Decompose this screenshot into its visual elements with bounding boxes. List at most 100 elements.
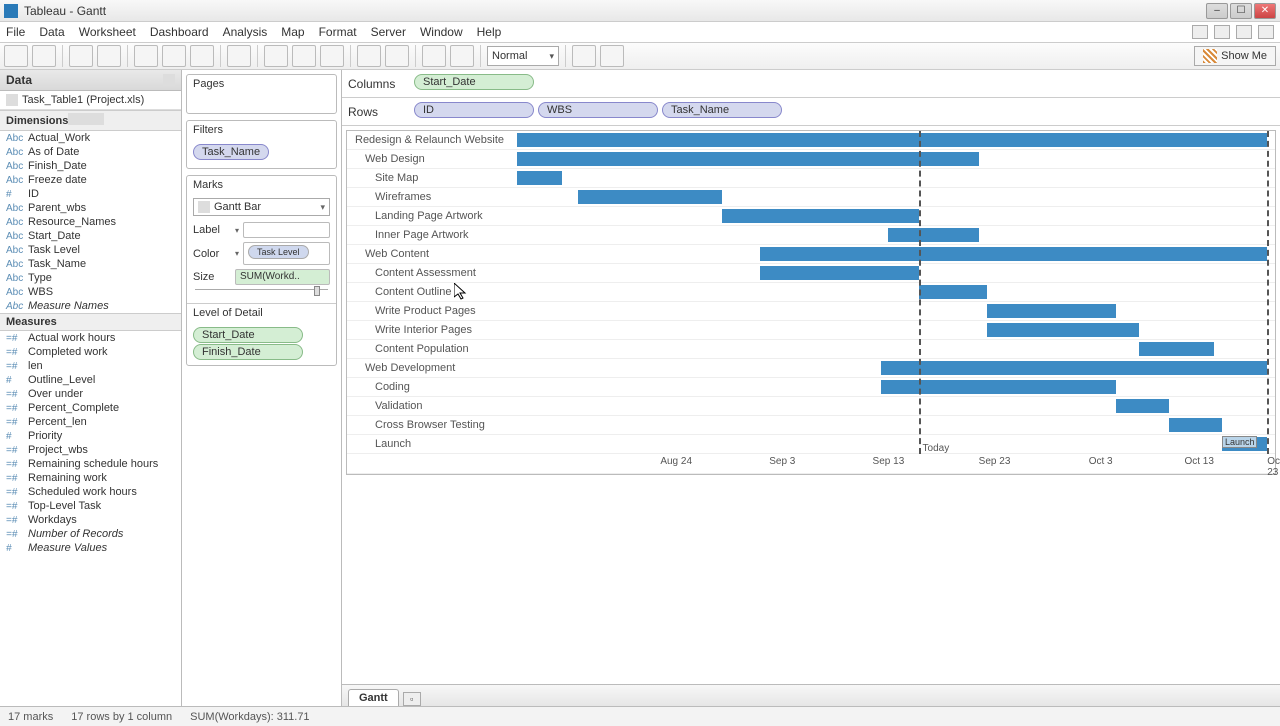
gantt-bar[interactable] [987, 304, 1116, 318]
group-button[interactable] [357, 45, 381, 67]
layout3-icon[interactable] [1236, 25, 1252, 39]
gantt-row[interactable]: Wireframes [347, 188, 1275, 207]
tab-gantt[interactable]: Gantt [348, 689, 399, 706]
gantt-bar[interactable] [517, 152, 979, 166]
field-completed-work[interactable]: =#Completed work [0, 345, 181, 359]
field-as-of-date[interactable]: AbcAs of Date [0, 145, 181, 159]
gantt-chart[interactable]: Redesign & Relaunch WebsiteWeb DesignSit… [346, 130, 1276, 475]
gantt-bar[interactable] [1139, 342, 1215, 356]
pill-task-name[interactable]: Task_Name [662, 102, 782, 118]
field-percent-complete[interactable]: =#Percent_Complete [0, 401, 181, 415]
menu-data[interactable]: Data [39, 25, 64, 39]
gantt-row[interactable]: Inner Page Artwork [347, 226, 1275, 245]
lod-pill[interactable]: Start_Date [193, 327, 303, 343]
maximize-button[interactable]: ☐ [1230, 3, 1252, 19]
connect-button[interactable] [97, 45, 121, 67]
gantt-bar[interactable] [881, 380, 1116, 394]
menu-map[interactable]: Map [281, 25, 304, 39]
menu-analysis[interactable]: Analysis [223, 25, 268, 39]
field-outline-level[interactable]: #Outline_Level [0, 373, 181, 387]
minimize-button[interactable]: – [1206, 3, 1228, 19]
field-task-level[interactable]: AbcTask Level [0, 243, 181, 257]
lod-pill[interactable]: Finish_Date [193, 344, 303, 360]
field-measure-names[interactable]: AbcMeasure Names [0, 299, 181, 313]
gantt-bar[interactable] [517, 171, 562, 185]
field-measure-values[interactable]: #Measure Values [0, 541, 181, 555]
card-button[interactable] [450, 45, 474, 67]
gantt-row[interactable]: Content Outline [347, 283, 1275, 302]
view-icon[interactable] [68, 113, 80, 125]
gantt-bar[interactable] [517, 133, 1267, 147]
gantt-row[interactable]: Site Map [347, 169, 1275, 188]
datasource[interactable]: Task_Table1 (Project.xls) [0, 91, 181, 110]
gantt-bar[interactable] [578, 190, 722, 204]
pages-body[interactable] [187, 93, 336, 113]
menu-dashboard[interactable]: Dashboard [150, 25, 209, 39]
gantt-row[interactable]: Web Design [347, 150, 1275, 169]
field-len[interactable]: =#len [0, 359, 181, 373]
field-workdays[interactable]: =#Workdays [0, 513, 181, 527]
field-id[interactable]: #ID [0, 187, 181, 201]
clear-button[interactable] [190, 45, 214, 67]
pill-id[interactable]: ID [414, 102, 534, 118]
field-type[interactable]: AbcType [0, 271, 181, 285]
field-over-under[interactable]: =#Over under [0, 387, 181, 401]
home-icon[interactable] [1258, 25, 1274, 39]
field-task-name[interactable]: AbcTask_Name [0, 257, 181, 271]
menu-file[interactable]: File [6, 25, 25, 39]
field-actual-work[interactable]: AbcActual_Work [0, 131, 181, 145]
sort-asc-button[interactable] [292, 45, 316, 67]
gantt-row[interactable]: Landing Page Artwork [347, 207, 1275, 226]
field-actual-work-hours[interactable]: =#Actual work hours [0, 331, 181, 345]
field-remaining-schedule-hours[interactable]: =#Remaining schedule hours [0, 457, 181, 471]
pill-wbs[interactable]: WBS [538, 102, 658, 118]
dropdown-icon[interactable] [163, 74, 175, 86]
gantt-row[interactable]: Content Population [347, 340, 1275, 359]
field-priority[interactable]: #Priority [0, 429, 181, 443]
fit-dropdown[interactable]: Normal [487, 46, 559, 66]
gantt-row[interactable]: Web Content [347, 245, 1275, 264]
gantt-row[interactable]: Web Development [347, 359, 1275, 378]
field-number-of-records[interactable]: =#Number of Records [0, 527, 181, 541]
pill-start-date[interactable]: Start_Date [414, 74, 534, 90]
sort-desc-button[interactable] [320, 45, 344, 67]
field-scheduled-work-hours[interactable]: =#Scheduled work hours [0, 485, 181, 499]
menu-format[interactable]: Format [319, 25, 357, 39]
close-button[interactable]: ✕ [1254, 3, 1276, 19]
menu-icon[interactable] [92, 113, 104, 125]
presentation-button[interactable] [422, 45, 446, 67]
color-field[interactable]: Task Level [243, 242, 330, 265]
gantt-bar[interactable] [888, 228, 979, 242]
new-tab-button[interactable]: ▫ [403, 692, 421, 706]
forward-button[interactable] [32, 45, 56, 67]
field-percent-len[interactable]: =#Percent_len [0, 415, 181, 429]
gantt-row[interactable]: Write Product Pages [347, 302, 1275, 321]
gantt-row[interactable]: Cross Browser Testing [347, 416, 1275, 435]
mark-type-dropdown[interactable]: Gantt Bar [193, 198, 330, 216]
gantt-row[interactable]: Coding [347, 378, 1275, 397]
gantt-bar[interactable] [722, 209, 919, 223]
dup-sheet-button[interactable] [162, 45, 186, 67]
gantt-row[interactable]: Redesign & Relaunch Website [347, 131, 1275, 150]
lod-body[interactable]: Start_DateFinish_Date [187, 322, 336, 365]
layout2-icon[interactable] [1214, 25, 1230, 39]
gantt-row[interactable]: LaunchLaunch [347, 435, 1275, 454]
gantt-row[interactable]: Content Assessment [347, 264, 1275, 283]
gantt-bar[interactable] [919, 285, 987, 299]
label-field[interactable] [243, 222, 330, 238]
auto-button[interactable] [227, 45, 251, 67]
slider-thumb[interactable] [314, 286, 320, 296]
label-button[interactable] [385, 45, 409, 67]
columns-shelf[interactable]: Columns Start_Date [342, 70, 1280, 98]
menu-window[interactable]: Window [420, 25, 463, 39]
gantt-row[interactable]: Validation [347, 397, 1275, 416]
gantt-row[interactable]: Write Interior Pages [347, 321, 1275, 340]
size-field[interactable]: SUM(Workd.. [235, 269, 330, 285]
menu-worksheet[interactable]: Worksheet [79, 25, 136, 39]
highlight-button[interactable] [600, 45, 624, 67]
layout-icon[interactable] [1192, 25, 1208, 39]
menu-server[interactable]: Server [371, 25, 406, 39]
pin-button[interactable] [572, 45, 596, 67]
filter-pill[interactable]: Task_Name [193, 144, 269, 160]
field-remaining-work[interactable]: =#Remaining work [0, 471, 181, 485]
